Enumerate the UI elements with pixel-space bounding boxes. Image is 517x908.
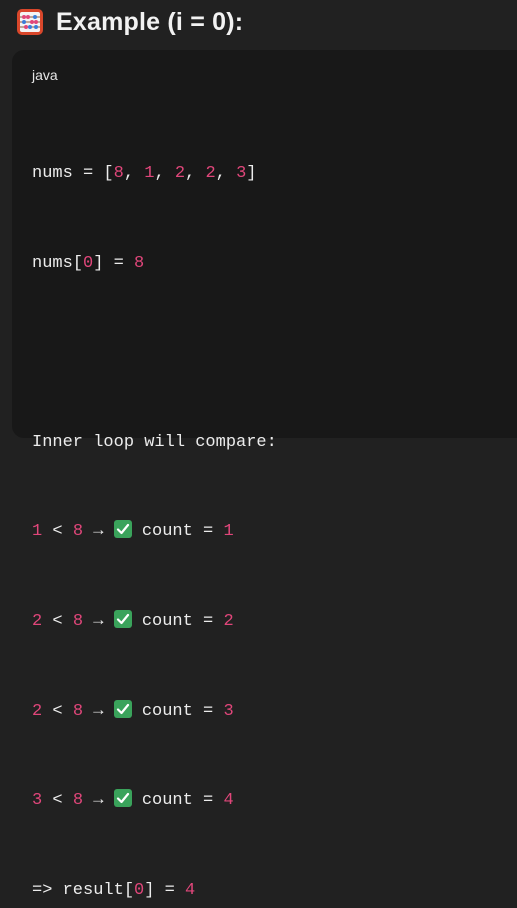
arrow-token: → <box>83 522 114 542</box>
code-token: ] = <box>144 880 186 900</box>
number-literal: 2 <box>174 164 186 183</box>
number-literal: 2 <box>32 701 43 721</box>
arrow-token: → <box>83 791 114 811</box>
compare-row: 2 < 8 → count = 2 <box>32 606 277 639</box>
check-mark-button-icon <box>113 789 132 808</box>
code-token: < <box>42 611 73 631</box>
code-line-nums-array: nums = [8, 1, 2, 2, 3] <box>32 158 277 191</box>
code-block: java nums = [8, 1, 2, 2, 3] nums[0] = 8 … <box>12 50 517 900</box>
code-token: , <box>123 164 145 183</box>
heading-title: Example (i = 0): <box>56 7 244 36</box>
number-literal: 2 <box>205 164 216 183</box>
number-literal: 8 <box>72 791 84 811</box>
number-literal: 2 <box>32 611 43 631</box>
check-mark-button-icon <box>113 699 132 718</box>
code-token: count = <box>131 791 224 811</box>
section-heading: Example (i = 0): <box>16 4 243 40</box>
number-literal: 4 <box>185 880 196 900</box>
abacus-icon <box>17 9 43 35</box>
code-token: , <box>185 164 206 183</box>
code-language-label: java <box>32 67 58 83</box>
number-literal: 3 <box>32 791 43 811</box>
code-line-result: => result[0] = 4 <box>32 875 277 908</box>
code-token: = [ <box>72 164 114 183</box>
number-literal: 8 <box>72 611 84 631</box>
number-literal: 8 <box>134 253 145 273</box>
code-token: => result[ <box>32 880 135 900</box>
number-literal: 3 <box>236 164 247 183</box>
code-token: ] = <box>93 253 135 273</box>
code-content: nums = [8, 1, 2, 2, 3] nums[0] = 8 Inner… <box>32 120 277 908</box>
code-token: nums[ <box>32 253 84 273</box>
arrow-token: → <box>83 611 114 631</box>
number-literal: 8 <box>72 701 84 721</box>
code-token: < <box>42 701 73 721</box>
number-literal: 0 <box>134 880 145 900</box>
code-token: count = <box>131 611 224 631</box>
code-token: , <box>215 164 237 183</box>
number-literal: 2 <box>223 611 234 631</box>
number-literal: 1 <box>144 164 155 183</box>
code-token: , <box>154 164 175 183</box>
number-literal: 3 <box>223 701 234 721</box>
code-token: ] <box>246 164 257 183</box>
code-token: < <box>42 522 73 542</box>
number-literal: 8 <box>113 164 124 183</box>
code-line-comment: Inner loop will compare: <box>32 432 277 452</box>
check-mark-button-icon <box>113 609 132 628</box>
compare-row: 1 < 8 → count = 1 <box>32 516 277 549</box>
number-literal: 1 <box>32 522 43 542</box>
number-literal: 1 <box>223 522 234 542</box>
code-token: < <box>42 791 73 811</box>
code-token: count = <box>131 522 224 542</box>
compare-row: 3 < 8 → count = 4 <box>32 785 277 818</box>
code-line-nums-index: nums[0] = 8 <box>32 248 277 281</box>
check-mark-button-icon <box>113 520 132 539</box>
arrow-token: → <box>83 701 114 721</box>
number-literal: 4 <box>223 791 234 811</box>
number-literal: 0 <box>83 253 94 273</box>
compare-row: 2 < 8 → count = 3 <box>32 696 277 729</box>
number-literal: 8 <box>72 522 84 542</box>
code-token: nums <box>32 164 73 183</box>
code-token: count = <box>131 701 224 721</box>
